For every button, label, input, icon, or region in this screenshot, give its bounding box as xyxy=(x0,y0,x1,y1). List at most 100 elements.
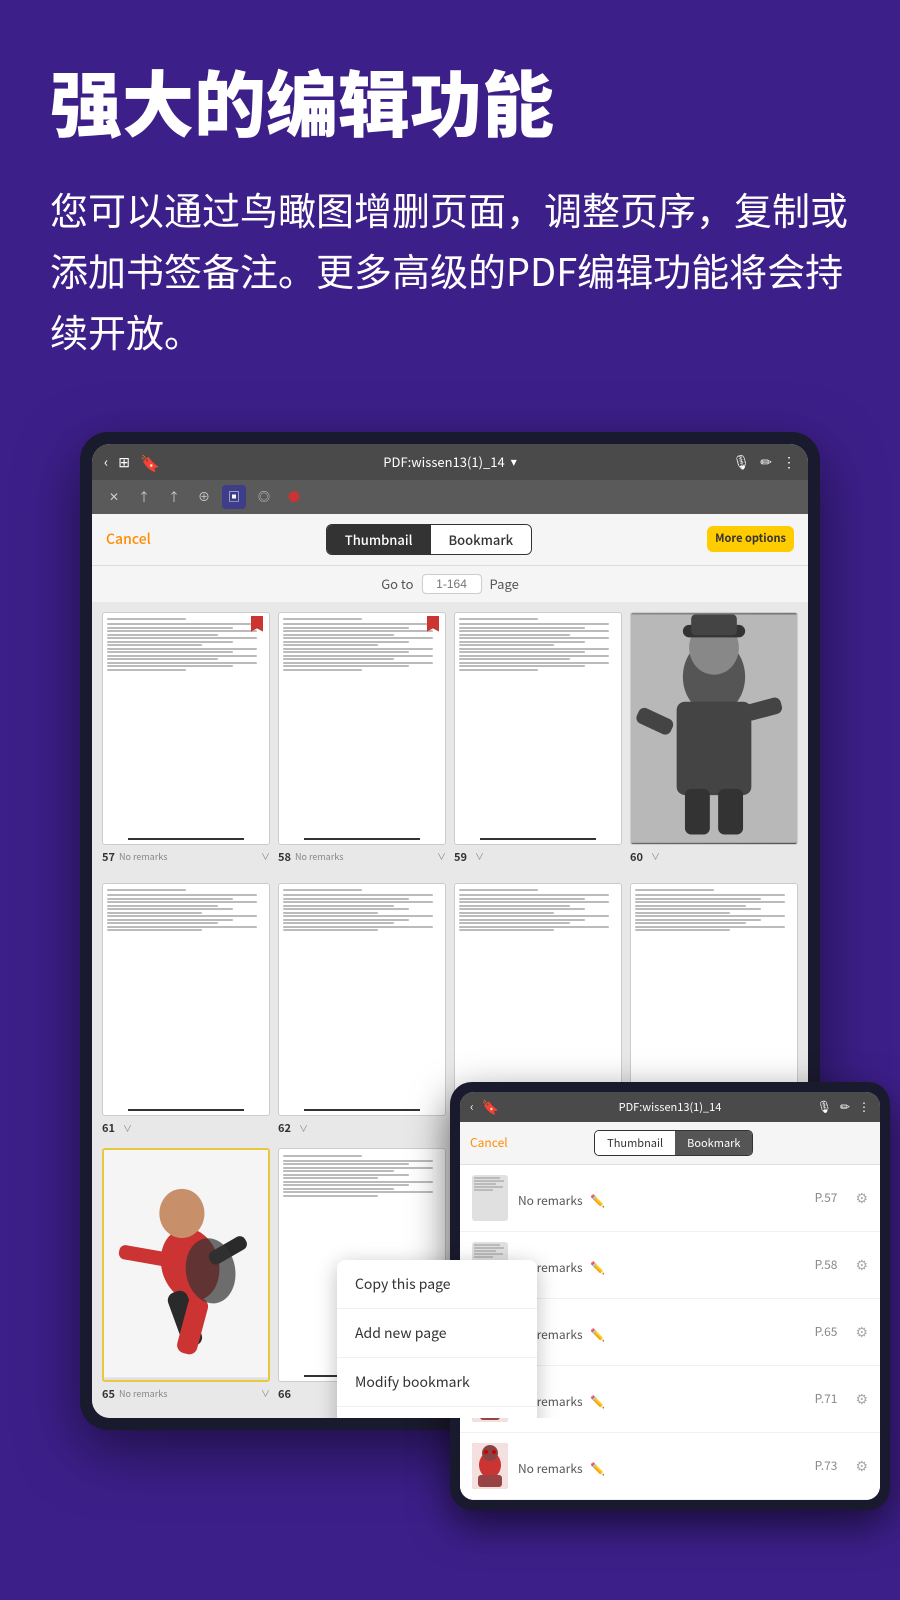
page-64-content xyxy=(631,884,797,937)
more-icon[interactable]: ⋮ xyxy=(782,452,796,472)
bm-gear-65[interactable]: ⚙ xyxy=(855,1322,868,1342)
bm-info-58: No remarks ✏️ xyxy=(518,1253,805,1277)
bm-page-71: P.71 xyxy=(815,1390,838,1407)
page-num-66: 66 xyxy=(278,1386,291,1402)
page-60-image xyxy=(631,613,797,844)
toolbar-icon-5[interactable]: ◎ xyxy=(252,485,276,509)
toolbar-icon-active[interactable]: ▣ xyxy=(222,485,246,509)
thumb-label-58: 58 No remarks ∨ xyxy=(278,849,446,865)
chevron-57[interactable]: ∨ xyxy=(261,850,270,863)
thumb-page-60[interactable] xyxy=(630,612,798,845)
overlay-statusbar-icons: 🎙 ✏ ⋮ xyxy=(817,1098,870,1115)
thumb-cell-57: 57 No remarks ∨ xyxy=(102,612,270,865)
page-58-content xyxy=(279,613,445,677)
remark-58: No remarks xyxy=(295,850,343,863)
thumb-page-65[interactable] xyxy=(102,1148,270,1381)
page-label: Page xyxy=(490,574,519,593)
chevron-60[interactable]: ∨ xyxy=(651,850,660,863)
thumb-cell-62: 62 ∨ xyxy=(278,883,446,1136)
chevron-62[interactable]: ∨ xyxy=(299,1122,308,1135)
bm-edit-71[interactable]: ✏️ xyxy=(590,1393,605,1410)
overlay-cancel-row: Cancel Thumbnail Bookmark xyxy=(460,1122,880,1165)
page-57-content xyxy=(103,613,269,677)
page-num-60: 60 xyxy=(630,849,643,865)
bm-thumb-73 xyxy=(472,1443,508,1489)
overlay-pen-icon[interactable]: ✏ xyxy=(840,1098,850,1115)
device-section: ‹ ⊞ 🔖 PDF:wissen13(1)_14 ▾ 🎙 ✏ ⋮ ✕ ↑ xyxy=(0,402,900,1490)
bookmark-icon[interactable]: 🔖 xyxy=(140,450,160,474)
cancel-button[interactable]: Cancel xyxy=(106,529,151,549)
mic-icon[interactable]: 🎙 xyxy=(732,452,750,472)
bookmark-item-57[interactable]: No remarks ✏️ P.57 ⚙ xyxy=(460,1165,880,1232)
menu-item-bookmark[interactable]: Modify bookmark xyxy=(337,1358,537,1407)
page-61-content xyxy=(103,884,269,937)
thumb-label-59: 59 ∨ xyxy=(454,849,622,865)
overlay-cancel-button[interactable]: Cancel xyxy=(470,1134,508,1151)
bm-gear-57[interactable]: ⚙ xyxy=(855,1188,868,1208)
goto-input[interactable] xyxy=(422,574,482,594)
statusbar-title: PDF:wissen13(1)_14 ▾ xyxy=(383,452,516,471)
page-62-content xyxy=(279,884,445,937)
toolbar-icon-4[interactable]: ⊕ xyxy=(192,485,216,509)
page-66-content xyxy=(279,1149,445,1202)
remark-57: No remarks xyxy=(119,850,167,863)
overlay-back-icon[interactable]: ‹ xyxy=(470,1098,474,1115)
bm-gear-73[interactable]: ⚙ xyxy=(855,1456,868,1476)
page-59-content xyxy=(455,613,621,677)
page-num-62: 62 xyxy=(278,1120,291,1136)
tab-thumbnail[interactable]: Thumbnail xyxy=(327,525,431,554)
toolbar-icon-6[interactable]: ● xyxy=(282,485,306,509)
overlay-more-icon[interactable]: ⋮ xyxy=(858,1098,870,1115)
bm-edit-57[interactable]: ✏️ xyxy=(590,1192,605,1209)
toolbar-icon-2[interactable]: ↑ xyxy=(132,485,156,509)
toolbar-icon-1[interactable]: ✕ xyxy=(102,485,126,509)
chevron-down-icon[interactable]: ▾ xyxy=(511,453,517,470)
page-num-61: 61 xyxy=(102,1120,115,1136)
menu-item-copy[interactable]: Copy this page xyxy=(337,1260,537,1309)
goto-label: Go to xyxy=(381,574,413,593)
bm-gear-58[interactable]: ⚙ xyxy=(855,1255,868,1275)
thumb-label-60: 60 ∨ xyxy=(630,849,798,865)
chevron-61[interactable]: ∨ xyxy=(123,1122,132,1135)
overlay-tab-bookmark[interactable]: Bookmark xyxy=(675,1131,752,1155)
page-num-65: 65 xyxy=(102,1386,115,1402)
statusbar-right-icons: 🎙 ✏ ⋮ xyxy=(732,452,796,472)
menu-item-add[interactable]: Add new page xyxy=(337,1309,537,1358)
bm-page-73: P.73 xyxy=(815,1457,838,1474)
bm-edit-73[interactable]: ✏️ xyxy=(590,1460,605,1477)
thumb-page-59[interactable] xyxy=(454,612,622,845)
bm-info-65: No remarks ✏️ xyxy=(518,1320,805,1344)
thumb-cell-60: 60 ∨ xyxy=(630,612,798,865)
thumbnail-header: Cancel Thumbnail Bookmark More options xyxy=(92,514,808,566)
overlay-statusbar-title: PDF:wissen13(1)_14 xyxy=(619,1099,722,1115)
overlay-bookmark-icon[interactable]: 🔖 xyxy=(482,1097,499,1117)
overlay-mic-icon[interactable]: 🎙 xyxy=(817,1098,832,1115)
grid-icon[interactable]: ⊞ xyxy=(118,452,130,472)
tab-group: Thumbnail Bookmark xyxy=(326,524,532,555)
thumb-cell-61: 61 ∨ xyxy=(102,883,270,1136)
page-65-image xyxy=(104,1150,268,1379)
bookmark-item-73[interactable]: No remarks ✏️ P.73 ⚙ xyxy=(460,1433,880,1500)
toolbar-icon-3[interactable]: ↑ xyxy=(162,485,186,509)
tab-bookmark[interactable]: Bookmark xyxy=(431,525,532,554)
pen-icon[interactable]: ✏ xyxy=(760,452,772,472)
overlay-tab-group: Thumbnail Bookmark xyxy=(594,1130,753,1156)
thumb-page-61[interactable] xyxy=(102,883,270,1116)
chevron-58[interactable]: ∨ xyxy=(437,850,446,863)
thumb-cell-65: 65 No remarks ∨ xyxy=(102,1148,270,1401)
bm-thumb-57 xyxy=(472,1175,508,1221)
bm-gear-71[interactable]: ⚙ xyxy=(855,1389,868,1409)
chevron-59[interactable]: ∨ xyxy=(475,850,484,863)
bm-info-73: No remarks ✏️ xyxy=(518,1454,805,1478)
page-63-content xyxy=(455,884,621,937)
chevron-65[interactable]: ∨ xyxy=(261,1387,270,1400)
thumb-page-58[interactable] xyxy=(278,612,446,845)
thumb-page-57[interactable] xyxy=(102,612,270,845)
back-icon[interactable]: ‹ xyxy=(104,452,108,472)
overlay-tab-thumbnail[interactable]: Thumbnail xyxy=(595,1131,675,1155)
bm-edit-58[interactable]: ✏️ xyxy=(590,1259,605,1276)
thumb-page-62[interactable] xyxy=(278,883,446,1116)
more-options-button[interactable]: More options xyxy=(707,526,794,551)
menu-item-delete[interactable]: Delete this page xyxy=(337,1407,537,1418)
bm-edit-65[interactable]: ✏️ xyxy=(590,1326,605,1343)
